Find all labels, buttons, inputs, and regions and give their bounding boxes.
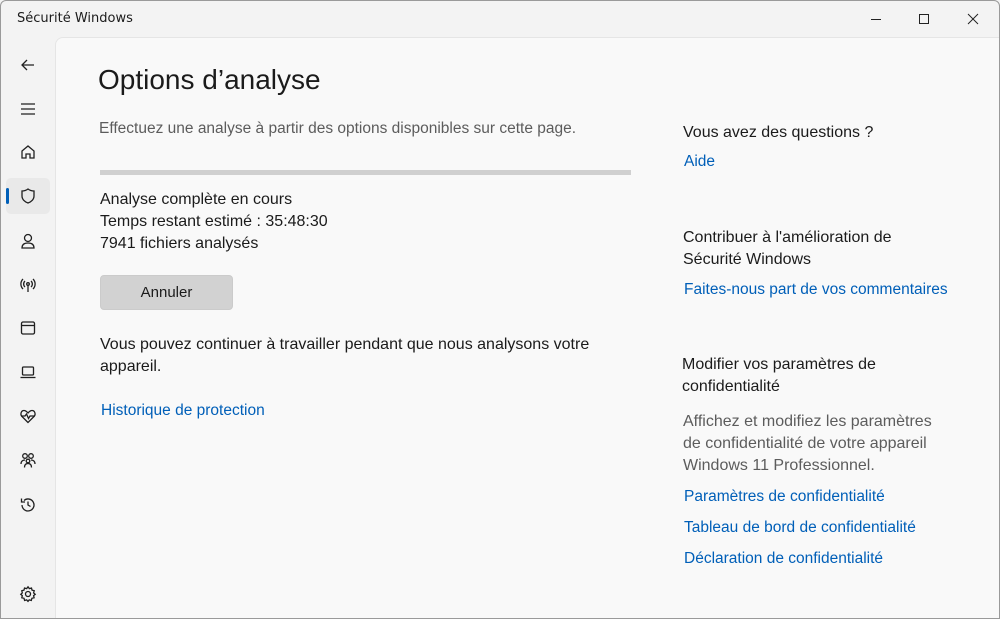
nav-device-security[interactable]: [6, 354, 50, 390]
nav-home[interactable]: [6, 134, 50, 170]
laptop-icon: [20, 366, 36, 379]
contribute-heading-line1: Contribuer à l'amélioration de: [683, 229, 892, 246]
settings-gear-icon: [19, 585, 37, 603]
window-title: Sécurité Windows: [17, 11, 133, 26]
title-bar: Sécurité Windows: [1, 1, 999, 37]
help-link[interactable]: Aide: [684, 153, 715, 171]
history-icon: [20, 498, 35, 512]
privacy-desc-line1: Affichez et modifiez les paramètres: [683, 413, 932, 430]
close-icon: [967, 13, 979, 25]
privacy-description: Affichez et modifiez les paramètres de c…: [683, 411, 932, 477]
nav-device-performance[interactable]: [6, 398, 50, 434]
nav-protection-history[interactable]: [6, 487, 50, 523]
app-window: Sécurité Windows Options d’analyse Effec…: [0, 0, 1000, 619]
close-button[interactable]: [948, 1, 998, 37]
minimize-icon: [871, 19, 881, 20]
shield-icon: [21, 188, 35, 204]
back-arrow-icon: [21, 59, 34, 71]
page-title: Options d’analyse: [98, 64, 321, 95]
nav-app-browser-control[interactable]: [6, 310, 50, 346]
active-indicator: [6, 188, 9, 204]
wireless-antenna-icon: [20, 278, 36, 292]
contribute-heading: Contribuer à l'amélioration de Sécurité …: [683, 227, 892, 271]
main-content: Options d’analyse Effectuez une analyse …: [55, 37, 999, 618]
app-browser-icon: [20, 321, 36, 335]
back-button[interactable]: [6, 47, 50, 83]
scan-time-remaining: Temps restant estimé : 35:48:30: [100, 213, 328, 230]
navigation-rail: [1, 37, 55, 618]
cancel-button[interactable]: Annuler: [100, 275, 233, 310]
menu-button[interactable]: [6, 91, 50, 127]
scan-status: Analyse complète en cours Temps restant …: [100, 189, 328, 255]
nav-family-options[interactable]: [6, 442, 50, 478]
privacy-dashboard-link[interactable]: Tableau de bord de confidentialité: [684, 519, 916, 537]
privacy-statement-link[interactable]: Déclaration de confidentialité: [684, 550, 883, 568]
privacy-heading-line2: confidentialité: [682, 378, 780, 395]
hamburger-menu-icon: [21, 103, 35, 115]
protection-history-link[interactable]: Historique de protection: [101, 402, 265, 420]
page-subtitle: Effectuez une analyse à partir des optio…: [99, 120, 577, 137]
scan-files-count: 7941 fichiers analysés: [100, 235, 259, 252]
maximize-button[interactable]: [899, 1, 949, 37]
nav-settings[interactable]: [6, 576, 50, 612]
maximize-icon: [919, 14, 929, 24]
privacy-desc-line2: de confidentialité de votre appareil: [683, 435, 927, 452]
scan-progress-bar: [100, 170, 631, 175]
contribute-heading-line2: Sécurité Windows: [683, 251, 812, 268]
privacy-heading: Modifier vos paramètres de confidentiali…: [682, 354, 876, 398]
scan-progress-fill: [100, 170, 631, 175]
person-icon: [21, 233, 35, 249]
family-icon: [20, 453, 36, 468]
nav-firewall[interactable]: [6, 267, 50, 303]
continue-working-text: Vous pouvez continuer à travailler penda…: [100, 336, 590, 375]
heart-pulse-icon: [20, 409, 36, 424]
privacy-settings-link[interactable]: Paramètres de confidentialité: [684, 488, 885, 506]
privacy-desc-line3: Windows 11 Professionnel.: [683, 457, 875, 474]
home-icon: [21, 145, 35, 159]
questions-heading: Vous avez des questions ?: [683, 124, 874, 141]
nav-virus-protection[interactable]: [6, 178, 50, 214]
feedback-link[interactable]: Faites-nous part de vos commentaires: [684, 281, 948, 299]
scan-status-title: Analyse complète en cours: [100, 191, 293, 208]
privacy-heading-line1: Modifier vos paramètres de: [682, 356, 876, 373]
minimize-button[interactable]: [851, 1, 901, 37]
nav-account-protection[interactable]: [6, 223, 50, 259]
